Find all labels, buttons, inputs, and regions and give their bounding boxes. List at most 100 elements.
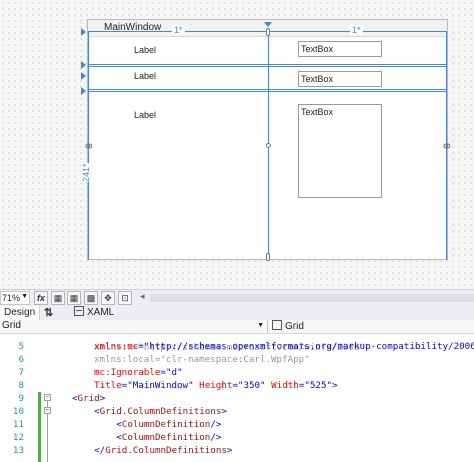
grid-lines-button[interactable]: ▦ (51, 291, 65, 305)
zoom-fit-button[interactable]: ⊡ (118, 291, 132, 305)
change-indicator-bar (38, 392, 41, 462)
textbox-control-1[interactable]: TextBox (298, 41, 382, 57)
code-token: ColumnDefinition (121, 432, 211, 443)
tab-xaml-label: XAML (87, 307, 115, 318)
fit-icon: ⊡ (121, 293, 129, 303)
code-token: > (332, 380, 338, 391)
designer-toolbar: 71% ▼ fx ▦ ▦ ▩ ✥ ⊡ ◂ (0, 289, 474, 307)
code-text: mc:Ignorable="d" (94, 366, 183, 379)
row-size-marker[interactable]: 241* (81, 163, 91, 182)
code-text: xmlns:local="clr-namespace:Carl.WpfApp" (94, 353, 310, 366)
code-token: Grid.ColumnDefinitions (105, 445, 227, 456)
code-line[interactable]: 11 <ColumnDefinition/> (0, 418, 474, 431)
code-text: </Grid.ColumnDefinitions> (72, 444, 232, 457)
code-token: > (226, 445, 233, 456)
line-number: 9 (18, 393, 24, 404)
label-control-2[interactable]: Label (134, 71, 156, 81)
designer-horizontal-scrollbar[interactable] (150, 294, 474, 302)
code-token: ColumnDefinition (121, 419, 211, 430)
code-text: Title="MainWindow" Height="350" Width="5… (94, 379, 338, 392)
column-divider-grip-icon[interactable] (264, 22, 272, 27)
left-anchor-chain-icon[interactable]: ⚭ (83, 138, 95, 155)
code-token: "MainWindow" (127, 380, 194, 391)
column-size-marker-1[interactable]: 1* (172, 25, 185, 35)
code-token: "525" (304, 380, 333, 391)
zoom-value: 71% (2, 293, 21, 303)
code-token: "d" (165, 367, 183, 378)
code-token: < (72, 419, 122, 430)
bottom-resize-handle[interactable] (266, 253, 270, 261)
code-line[interactable]: 8 Title="MainWindow" Height="350" Width="… (0, 379, 474, 392)
collapse-pane-icon (74, 306, 84, 316)
code-line[interactable]: 6 xmlns:local="clr-namespace:Carl.WpfApp" (0, 353, 474, 366)
code-token: Grid (77, 393, 100, 404)
code-token: > (99, 393, 106, 404)
code-text: <ColumnDefinition/> (72, 418, 221, 431)
code-token: Width (271, 380, 299, 391)
fold-toggle-column-definitions[interactable]: − (44, 407, 51, 414)
code-line[interactable]: 13 </Grid.ColumnDefinitions> (0, 444, 474, 457)
code-token: Grid.ColumnDefinitions (99, 406, 222, 417)
code-line[interactable]: 9 <Grid> (0, 392, 474, 405)
code-token: "http://schemas.openxmlformats.org/marku… (143, 341, 474, 352)
xaml-code-editor[interactable]: xmlns:x="http://schemas.microsoft.com/wi… (0, 334, 474, 462)
line-number: 5 (18, 341, 24, 352)
center-handle[interactable] (266, 143, 271, 148)
row-grip-icon-1[interactable] (81, 28, 86, 36)
label-control-3[interactable]: Label (134, 110, 156, 120)
code-token: /> (210, 432, 222, 443)
line-number: 12 (12, 432, 24, 443)
line-number: 8 (18, 380, 24, 391)
tab-xaml[interactable]: XAML (74, 306, 114, 318)
code-token: < (72, 432, 122, 443)
textbox-control-3[interactable]: TextBox (298, 104, 382, 198)
code-text: <ColumnDefinition/> (72, 431, 221, 444)
textbox-control-2[interactable]: TextBox (298, 71, 382, 87)
code-token: Height (199, 380, 233, 391)
code-line[interactable]: 12 <ColumnDefinition/> (0, 431, 474, 444)
chevron-down-icon: ▼ (21, 293, 28, 300)
tab-design[interactable]: Design (0, 306, 40, 320)
artboard-background-button[interactable]: ▩ (84, 291, 98, 305)
fold-toggle-grid[interactable]: − (44, 394, 51, 401)
snap-grid-button[interactable]: ▦ (67, 291, 81, 305)
top-resize-handle[interactable] (266, 28, 270, 36)
scroll-left-arrow-icon[interactable]: ◂ (140, 291, 145, 302)
grid-icon: ▦ (53, 293, 63, 303)
fold-guide (47, 414, 48, 462)
label-control-1[interactable]: Label (134, 45, 156, 55)
effects-toggle-button[interactable]: fx (34, 291, 48, 305)
line-number: 11 (12, 419, 24, 430)
line-number: 7 (18, 367, 24, 378)
zoom-combo[interactable]: 71% ▼ (0, 291, 30, 305)
code-token: xmlns:local="clr-namespace:Carl.WpfApp" (94, 354, 310, 365)
checker-icon: ▩ (86, 293, 96, 303)
row-grip-icon-2[interactable] (81, 61, 86, 69)
code-line[interactable]: 10 <Grid.ColumnDefinitions> (0, 405, 474, 418)
line-number: 10 (12, 406, 24, 417)
row-grip-icon-4[interactable] (81, 87, 86, 95)
code-token: xmlns:mc (94, 341, 139, 352)
code-line[interactable]: 7 mc:Ignorable="d" (0, 366, 474, 379)
swap-panes-button[interactable]: ⇅ (44, 306, 53, 319)
snap-grid-icon: ▦ (69, 293, 79, 303)
code-token: /> (210, 419, 222, 430)
code-text: <Grid.ColumnDefinitions> (72, 405, 227, 418)
designer-surface[interactable]: MainWindow 1* 1* 241* ⚭ ⚭ Label Label La… (0, 0, 474, 289)
code-token: > (221, 406, 227, 417)
snap-to-snaplines-button[interactable]: ✥ (101, 291, 115, 305)
row-grip-icon-3[interactable] (81, 72, 86, 80)
column-size-marker-2[interactable]: 1* (350, 25, 363, 35)
line-number: 6 (18, 354, 24, 365)
code-text: xmlns:mc="http://schemas.openxmlformats.… (94, 340, 474, 353)
code-token: </ (72, 445, 106, 456)
code-token: mc:Ignorable (94, 367, 161, 378)
code-line[interactable]: 5 xmlns:mc="http://schemas.openxmlformats… (0, 340, 474, 353)
code-token: Title (94, 380, 122, 391)
code-token: < (72, 406, 100, 417)
right-anchor-chain-icon[interactable]: ⚭ (441, 138, 453, 155)
snapline-icon: ✥ (104, 293, 112, 303)
code-text: <Grid> (72, 392, 105, 405)
view-tabs: Design ⇅ XAML (0, 306, 474, 321)
line-number: 13 (12, 445, 24, 456)
